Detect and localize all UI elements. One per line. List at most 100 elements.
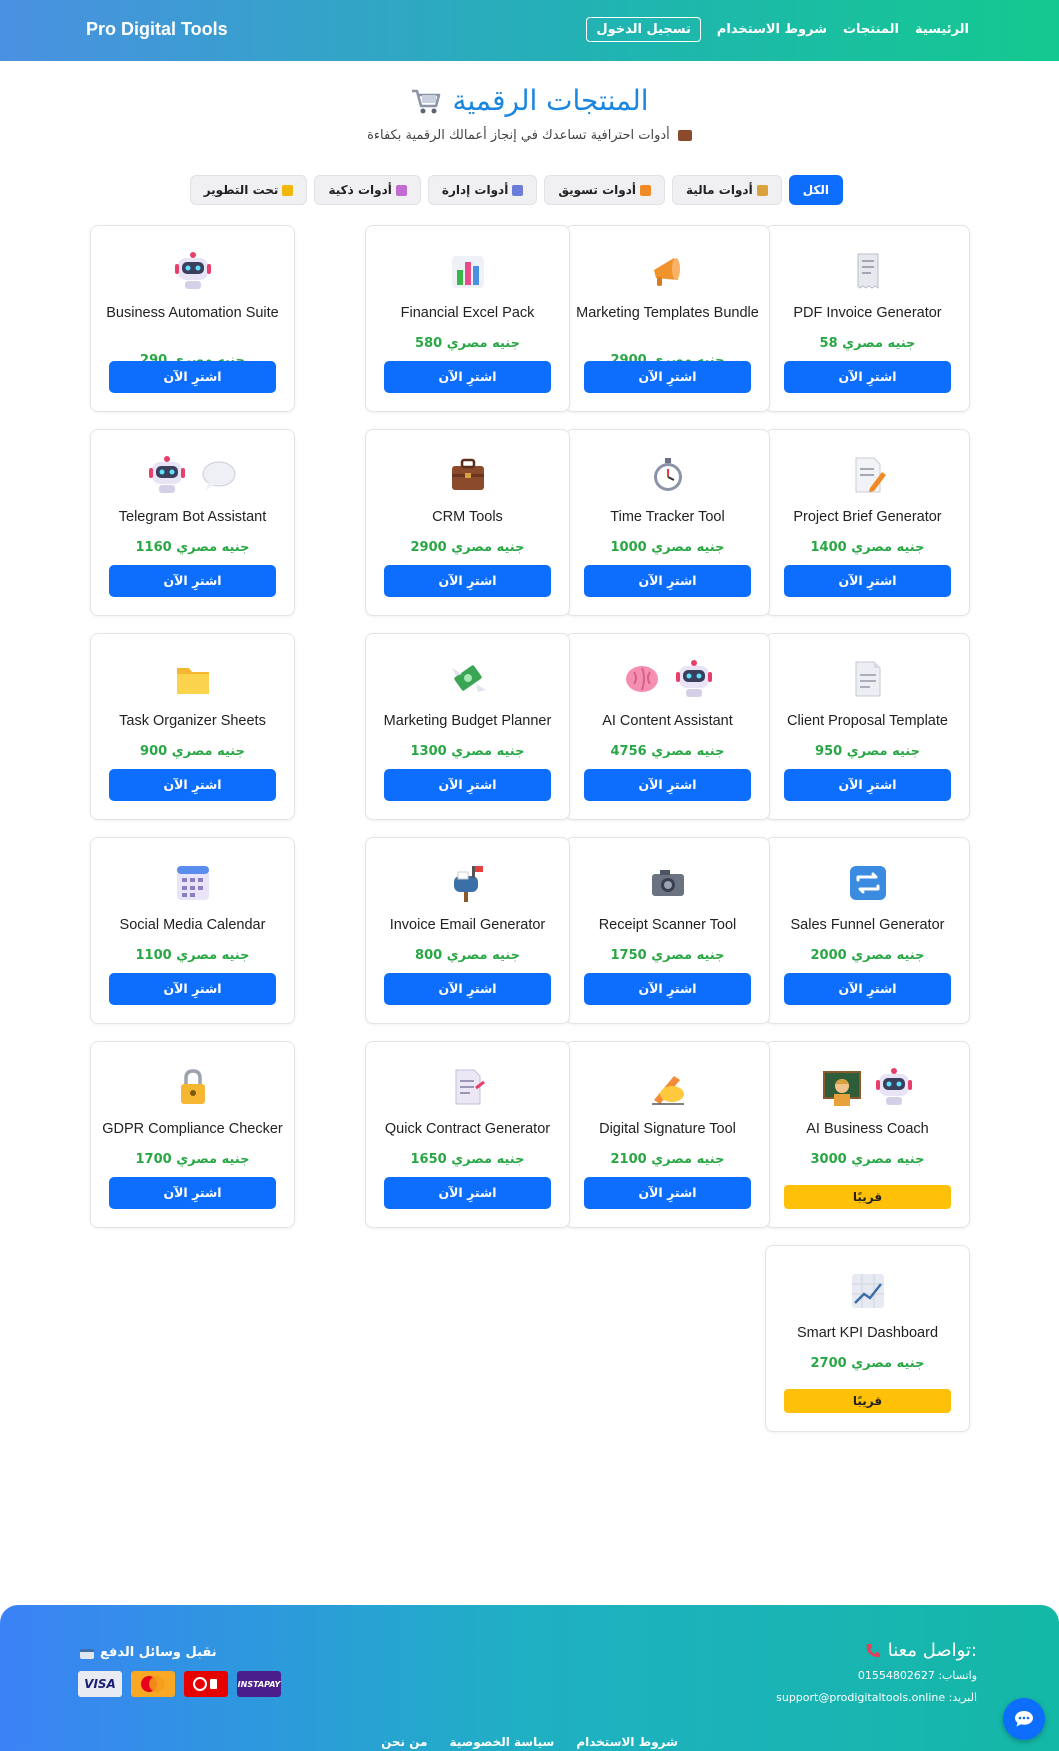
buy-now-button[interactable]: اشترِ الآن [784, 565, 951, 597]
price-currency: جنيه مصري [851, 948, 925, 963]
buy-now-button[interactable]: اشترِ الآن [784, 973, 951, 1005]
price-value: 1100 [135, 948, 172, 963]
product-name: Client Proposal Template [787, 713, 948, 729]
product-name: Quick Contract Generator [384, 1121, 551, 1137]
contract-icon [455, 1069, 485, 1105]
product-card: Business Automation Suiteجنيه مصري 290اش… [90, 225, 295, 412]
price-value: 580 [415, 336, 443, 351]
chat-button[interactable] [1003, 1698, 1045, 1740]
whatsapp-label: واتساب: [938, 1669, 977, 1682]
filter-tab-label: تحت التطوير [203, 183, 279, 197]
price-value: 2700 [810, 1356, 847, 1371]
buy-now-button[interactable]: اشترِ الآن [584, 1177, 751, 1209]
nav-terms[interactable]: شروط الاستخدام [717, 22, 827, 37]
money-bag-icon [756, 184, 768, 196]
buy-now-button[interactable]: اشترِ الآن [384, 565, 551, 597]
product-card: AI Content Assistant جنيه مصري 4756 اشترِ … [565, 633, 770, 820]
filter-tab-5[interactable]: تحت التطوير [189, 175, 308, 205]
product-price: جنيه مصري 800 [366, 948, 569, 963]
megaphone-icon [653, 258, 680, 286]
product-price: جنيه مصري 1750 [566, 948, 769, 963]
briefcase-icon [451, 458, 484, 490]
product-icon-wrap [366, 658, 569, 700]
nav-home[interactable]: الرئيسية [915, 22, 969, 37]
payment-methods: VISA INSTAPAY [78, 1671, 281, 1697]
product-card: Smart KPI Dashboard جنيه مصري 2700 قريبًا [765, 1245, 970, 1432]
buy-now-button[interactable]: اشترِ الآن [584, 361, 751, 393]
price-currency: جنيه مصري [842, 336, 916, 351]
price-value: 1650 [410, 1152, 447, 1167]
memo-icon [855, 457, 886, 493]
visa-logo: VISA [78, 1671, 122, 1697]
vodafone-cash-logo [184, 1671, 228, 1697]
instapay-logo: INSTAPAY [237, 1671, 281, 1697]
price-value: 3000 [810, 1152, 847, 1167]
price-value: 2000 [810, 948, 847, 963]
email-address[interactable]: support@prodigitaltools.online [776, 1691, 945, 1704]
product-card: Project Brief Generator جنيه مصري 1400 اشت… [765, 429, 970, 616]
product-icon-wrap [766, 658, 969, 700]
footer-link-terms[interactable]: شروط الاستخدام [576, 1735, 678, 1749]
filter-tab-2[interactable]: أدوات تسويق [544, 175, 665, 205]
filter-tab-1[interactable]: أدوات مالية [671, 175, 782, 205]
price-currency: جنيه مصري [851, 1356, 925, 1371]
login-button[interactable]: تسجيل الدخول [586, 17, 701, 42]
price-value: 1300 [410, 744, 447, 759]
robot-icon [395, 184, 407, 196]
product-card: CRM Tools جنيه مصري 2900 اشترِ الآن [365, 429, 570, 616]
whatsapp-line: واتساب: 01554802627 [858, 1669, 977, 1682]
buy-now-button[interactable]: اشترِ الآن [784, 769, 951, 801]
coming-soon-badge: قريبًا [784, 1185, 951, 1209]
footer-link-about[interactable]: من نحن [381, 1735, 427, 1749]
buy-now-button[interactable]: اشترِ الآن [584, 973, 751, 1005]
buy-now-button[interactable]: اشترِ الآن [384, 769, 551, 801]
buy-now-button[interactable]: اشترِ الآن [109, 565, 276, 597]
page-subtitle: أدوات احترافية تساعدك في إنجاز أعمالك ال… [0, 128, 1059, 143]
buy-now-button[interactable]: اشترِ الآن [784, 361, 951, 393]
buy-now-button[interactable]: اشترِ الآن [584, 769, 751, 801]
product-price: جنيه مصري 2900 [366, 540, 569, 555]
construction-icon [282, 184, 294, 196]
buy-now-button[interactable]: اشترِ الآن [584, 565, 751, 597]
whatsapp-number[interactable]: 01554802627 [858, 1669, 935, 1682]
writing-hand-icon [651, 1076, 684, 1105]
buy-now-button[interactable]: اشترِ الآن [109, 361, 276, 393]
filter-tab-0[interactable]: الكل [788, 175, 843, 205]
product-name: Business Automation Suite [106, 305, 279, 321]
price-currency: جنيه مصري [451, 540, 525, 555]
brand-logo[interactable]: Pro Digital Tools [86, 19, 228, 40]
product-icon-wrap [366, 1066, 569, 1108]
price-value: 4756 [610, 744, 647, 759]
product-icon-wrap [91, 1066, 294, 1108]
price-currency: جنيه مصري [171, 744, 245, 759]
buy-now-button[interactable]: اشترِ الآن [109, 1177, 276, 1209]
product-price: جنيه مصري 1300 [366, 744, 569, 759]
product-name: Digital Signature Tool [599, 1121, 736, 1137]
email-line: البريد: support@prodigitaltools.online [776, 1691, 977, 1704]
product-name: Invoice Email Generator [389, 917, 546, 933]
document-icon [855, 661, 880, 697]
product-icon-wrap [766, 862, 969, 904]
price-currency: جنيه مصري [451, 744, 525, 759]
buy-now-button[interactable]: اشترِ الآن [109, 973, 276, 1005]
price-currency: جنيه مصري [651, 1152, 725, 1167]
buy-now-button[interactable]: اشترِ الآن [384, 1177, 551, 1209]
product-card: GDPR Compliance Checker جنيه مصري 1700 اشت… [90, 1041, 295, 1228]
buy-now-button[interactable]: اشترِ الآن [109, 769, 276, 801]
product-card: Task Organizer Sheets جنيه مصري 900 اشترِ … [90, 633, 295, 820]
nav-products[interactable]: المنتجات [843, 22, 899, 37]
shopping-cart-icon [412, 89, 441, 113]
footer-link-privacy[interactable]: سياسة الخصوصية [449, 1735, 554, 1749]
page-title: المنتجات الرقمية [410, 84, 649, 117]
buy-now-button[interactable]: اشترِ الآن [384, 973, 551, 1005]
price-currency: جنيه مصري [846, 744, 920, 759]
price-value: 1160 [135, 540, 172, 555]
filter-tab-label: أدوات تسويق [558, 183, 636, 197]
filter-tab-3[interactable]: أدوات إدارة [427, 175, 538, 205]
product-name: PDF Invoice Generator [793, 305, 942, 321]
buy-now-button[interactable]: اشترِ الآن [384, 361, 551, 393]
product-icon-wrap [566, 1066, 769, 1108]
price-currency: جنيه مصري [851, 1152, 925, 1167]
filter-tab-4[interactable]: أدوات ذكية [314, 175, 421, 205]
product-price: جنيه مصري 1160 [91, 540, 294, 555]
